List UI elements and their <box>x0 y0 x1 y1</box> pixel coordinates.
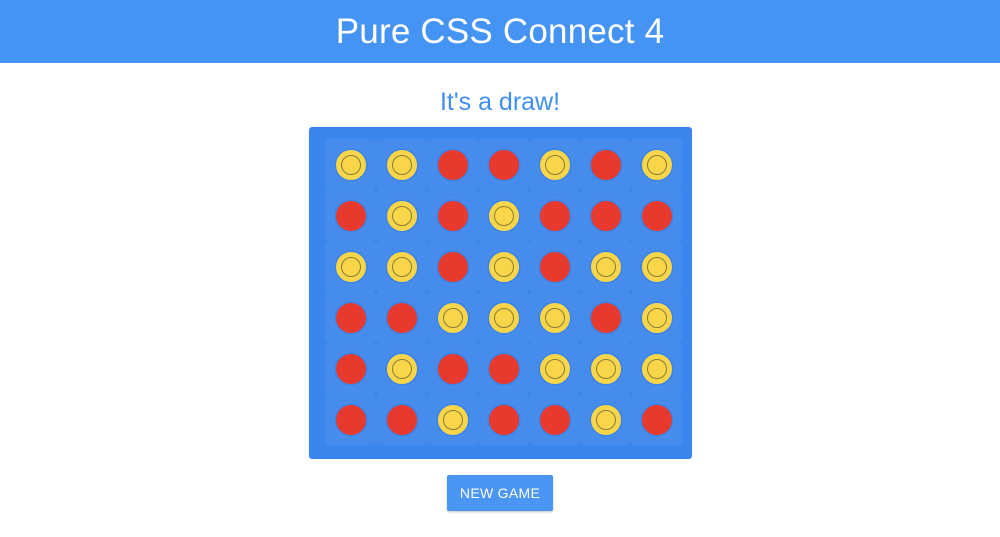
board-cell <box>376 343 427 394</box>
board-cell <box>631 241 682 292</box>
red-disc <box>588 300 623 335</box>
board-cell <box>376 139 427 190</box>
red-disc <box>639 402 674 437</box>
yellow-disc <box>333 147 368 182</box>
yellow-disc <box>588 249 623 284</box>
board-cell <box>631 190 682 241</box>
board-cell <box>580 394 631 445</box>
board-cell <box>325 343 376 394</box>
board-cell <box>427 241 478 292</box>
red-disc <box>435 147 470 182</box>
game-status-message: It's a draw! <box>439 88 561 116</box>
board-cell <box>325 241 376 292</box>
board-cell <box>529 343 580 394</box>
board-cell <box>478 139 529 190</box>
board-cell <box>478 343 529 394</box>
red-disc <box>333 198 368 233</box>
red-disc <box>588 147 623 182</box>
red-disc <box>486 402 521 437</box>
red-disc <box>333 402 368 437</box>
yellow-disc <box>537 300 572 335</box>
board-cell <box>478 241 529 292</box>
red-disc <box>537 198 572 233</box>
yellow-disc <box>486 198 521 233</box>
app-header: Pure CSS Connect 4 <box>0 0 1000 63</box>
red-disc <box>486 147 521 182</box>
yellow-disc <box>384 198 419 233</box>
board-cell <box>529 241 580 292</box>
yellow-disc <box>486 300 521 335</box>
board-cell <box>580 241 631 292</box>
red-disc <box>333 300 368 335</box>
yellow-disc <box>588 351 623 386</box>
board-cell <box>631 292 682 343</box>
board-cell <box>427 394 478 445</box>
yellow-disc <box>588 402 623 437</box>
red-disc <box>588 198 623 233</box>
board-cell <box>580 343 631 394</box>
yellow-disc <box>537 147 572 182</box>
board-cell <box>427 139 478 190</box>
board-cell <box>427 190 478 241</box>
yellow-disc <box>333 249 368 284</box>
board-cell <box>376 292 427 343</box>
red-disc <box>435 198 470 233</box>
board-cell <box>631 139 682 190</box>
board-cell <box>325 139 376 190</box>
board-cell <box>529 394 580 445</box>
board-cell <box>325 190 376 241</box>
yellow-disc <box>537 351 572 386</box>
yellow-disc <box>384 147 419 182</box>
new-game-button[interactable]: NEW GAME <box>447 475 553 511</box>
red-disc <box>639 198 674 233</box>
yellow-disc <box>639 249 674 284</box>
board-cell <box>427 343 478 394</box>
red-disc <box>435 351 470 386</box>
board-cell <box>529 190 580 241</box>
board-grid <box>325 139 682 445</box>
board-cell <box>580 139 631 190</box>
board-cell <box>376 190 427 241</box>
red-disc <box>333 351 368 386</box>
board-cell <box>631 343 682 394</box>
board-cell <box>478 394 529 445</box>
yellow-disc <box>384 351 419 386</box>
red-disc <box>384 300 419 335</box>
board-cell <box>427 292 478 343</box>
yellow-disc <box>639 351 674 386</box>
board-cell <box>529 139 580 190</box>
board-cell <box>376 394 427 445</box>
yellow-disc <box>486 249 521 284</box>
board-cell <box>580 292 631 343</box>
yellow-disc <box>639 300 674 335</box>
board-cell <box>580 190 631 241</box>
yellow-disc <box>384 249 419 284</box>
red-disc <box>435 249 470 284</box>
yellow-disc <box>435 300 470 335</box>
red-disc <box>486 351 521 386</box>
page-title: Pure CSS Connect 4 <box>335 11 665 51</box>
board-cell <box>478 292 529 343</box>
red-disc <box>537 249 572 284</box>
board-cell <box>478 190 529 241</box>
board-cell <box>631 394 682 445</box>
board-cell <box>325 394 376 445</box>
red-disc <box>537 402 572 437</box>
board-cell <box>529 292 580 343</box>
game-board <box>309 127 692 459</box>
yellow-disc <box>435 402 470 437</box>
red-disc <box>384 402 419 437</box>
yellow-disc <box>639 147 674 182</box>
board-cell <box>325 292 376 343</box>
board-cell <box>376 241 427 292</box>
